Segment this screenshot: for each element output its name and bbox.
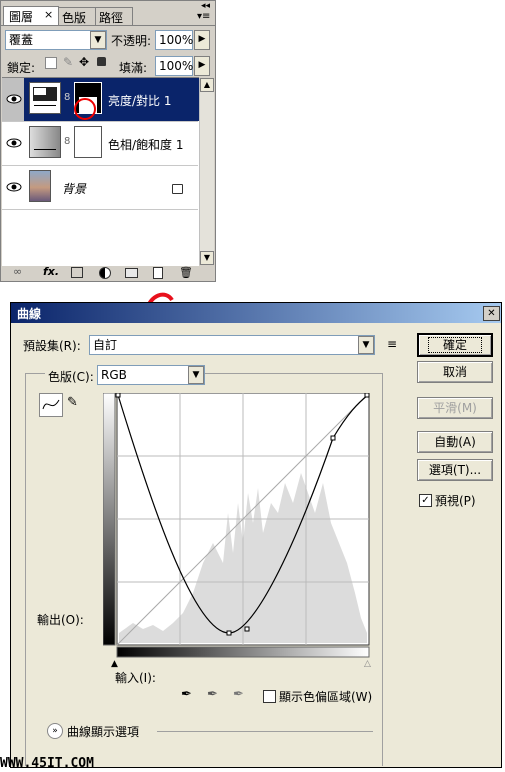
adjustment-thumbnail[interactable] [29,82,61,114]
curves-dialog: 曲線 ✕ 預設集(R): 自訂 ▼ ≡ 色版(C): RGB ▼ ✎ 輸出(O)… [10,302,502,768]
smooth-button: 平滑(M) [417,397,493,419]
eye-icon[interactable] [6,136,22,150]
fill-value: 100% [159,59,194,73]
dialog-title: 曲線 [17,307,42,321]
tab-paths[interactable]: 路徑 [95,7,133,25]
lock-all-icon[interactable] [97,57,106,66]
layers-footer: ∞ fx. 🗑 [1,265,215,281]
fill-arrow-icon[interactable]: ▶ [194,56,210,76]
adjustment-thumbnail[interactable] [29,126,61,158]
black-point-slider-icon[interactable]: ▲ [111,659,118,669]
close-icon[interactable]: × [44,8,53,21]
preset-select[interactable]: 自訂 ▼ [89,335,375,355]
show-clipping-label[interactable]: 顯示色偏區域(W) [279,688,372,705]
image-thumbnail[interactable] [29,170,51,202]
layers-panel: 圖層 × 色版 路徑 ◂◂ ▾≡ 覆蓋 ▼ 不透明: 100% ▶ 鎖定: ✎ … [0,0,216,282]
panel-tabbar: 圖層 × 色版 路徑 ◂◂ ▾≡ [1,1,215,26]
chevron-down-icon[interactable]: ▼ [90,31,106,49]
link-icon[interactable]: 8 [64,136,70,147]
scroll-down-icon[interactable]: ▼ [200,251,214,265]
opacity-arrow-icon[interactable]: ▶ [194,30,210,50]
cancel-label: 取消 [442,365,467,379]
lock-transparency-icon[interactable] [45,57,57,69]
channel-value: RGB [101,368,127,382]
layer-mask-thumbnail[interactable] [74,126,102,158]
options-button[interactable]: 選項(T)... [417,459,493,481]
tab-channels[interactable]: 色版 [58,7,96,25]
auto-label: 自動(A) [434,435,476,449]
layers-list: 8 亮度/對比 1 8 色相/飽和度 1 背景 [2,77,199,266]
preset-label: 預設集(R): [23,339,81,353]
blend-mode-select[interactable]: 覆蓋 ▼ [5,30,107,50]
expand-options-icon[interactable]: » [47,723,63,739]
lock-move-icon[interactable]: ✥ [79,55,89,69]
layer-name[interactable]: 色相/飽和度 1 [108,136,184,153]
chevron-down-icon[interactable]: ▼ [188,366,204,384]
preset-menu-icon[interactable]: ≡ [387,337,397,351]
smooth-label: 平滑(M) [433,401,477,415]
preview-label[interactable]: 預視(P) [435,492,476,509]
lock-icon [172,184,183,194]
show-clipping-checkbox[interactable] [263,690,276,703]
mask-icon[interactable] [71,267,83,278]
options-divider [157,731,373,732]
trash-icon[interactable]: 🗑 [179,266,193,279]
layer-row-hue-saturation[interactable]: 8 色相/飽和度 1 [2,122,198,166]
tab-layers[interactable]: 圖層 × [3,6,59,25]
fill-input[interactable]: 100% [155,56,193,76]
blend-mode-value: 覆蓋 [9,33,34,47]
opacity-value: 100% [159,33,194,47]
curves-graph[interactable] [102,392,371,661]
ok-label: 確定 [427,337,482,353]
preview-checkbox[interactable]: ✓ [419,494,432,507]
lock-label: 鎖定: [7,61,36,75]
scroll-up-icon[interactable]: ▲ [200,78,214,92]
tab-paths-label: 路徑 [99,11,124,25]
collapse-icon[interactable]: ◂◂ [201,1,210,11]
panel-menu-icon[interactable]: ▾≡ [197,11,210,22]
link-layers-icon[interactable]: ∞ [13,265,22,278]
tab-layers-label: 圖層 [9,10,34,24]
cancel-button[interactable]: 取消 [417,361,493,383]
fx-icon[interactable]: fx. [43,265,59,278]
layer-row-brightness[interactable]: 8 亮度/對比 1 [2,78,199,122]
watermark-text: WWW.45IT.COM [0,756,94,771]
curve-tool-button[interactable] [39,393,63,417]
eye-icon[interactable] [6,92,22,106]
white-eyedropper-icon[interactable]: ✒ [233,687,244,702]
layer-name[interactable]: 亮度/對比 1 [108,92,172,109]
layer-name[interactable]: 背景 [62,180,86,197]
white-point-slider-icon[interactable]: △ [364,659,371,669]
tab-channels-label: 色版 [62,11,87,25]
close-button[interactable]: ✕ [483,306,500,321]
link-icon[interactable]: 8 [64,92,70,103]
opacity-input[interactable]: 100% [155,30,193,50]
curve-icon [42,399,60,410]
adjustment-icon[interactable] [99,267,111,279]
auto-button[interactable]: 自動(A) [417,431,493,453]
dialog-titlebar: 曲線 ✕ [11,303,501,323]
gray-eyedropper-icon[interactable]: ✒ [207,687,218,702]
curve-options-label[interactable]: 曲線顯示選項 [67,723,139,740]
opacity-label: 不透明: [111,34,152,48]
pencil-icon[interactable]: ✎ [67,395,78,410]
options-label: 選項(T)... [428,463,482,477]
new-layer-icon[interactable] [153,267,163,279]
folder-icon[interactable] [125,268,138,278]
channel-label: 色版(C): [45,368,97,385]
ok-button[interactable]: 確定 [417,333,493,357]
black-eyedropper-icon[interactable]: ✒ [181,687,192,702]
input-label: 輸入(I): [115,671,156,685]
fill-label: 填滿: [119,61,148,75]
layers-scrollbar[interactable]: ▲ ▼ [199,78,214,265]
preset-value: 自訂 [93,338,118,352]
output-label: 輸出(O): [37,613,84,627]
close-icon: ✕ [487,308,496,319]
highlight-circle-icon [74,98,96,120]
eye-icon[interactable] [6,180,22,194]
channel-select[interactable]: RGB ▼ [97,365,205,385]
chevron-down-icon[interactable]: ▼ [358,336,374,354]
lock-paint-icon[interactable]: ✎ [63,55,73,69]
layer-row-background[interactable]: 背景 [2,166,198,210]
